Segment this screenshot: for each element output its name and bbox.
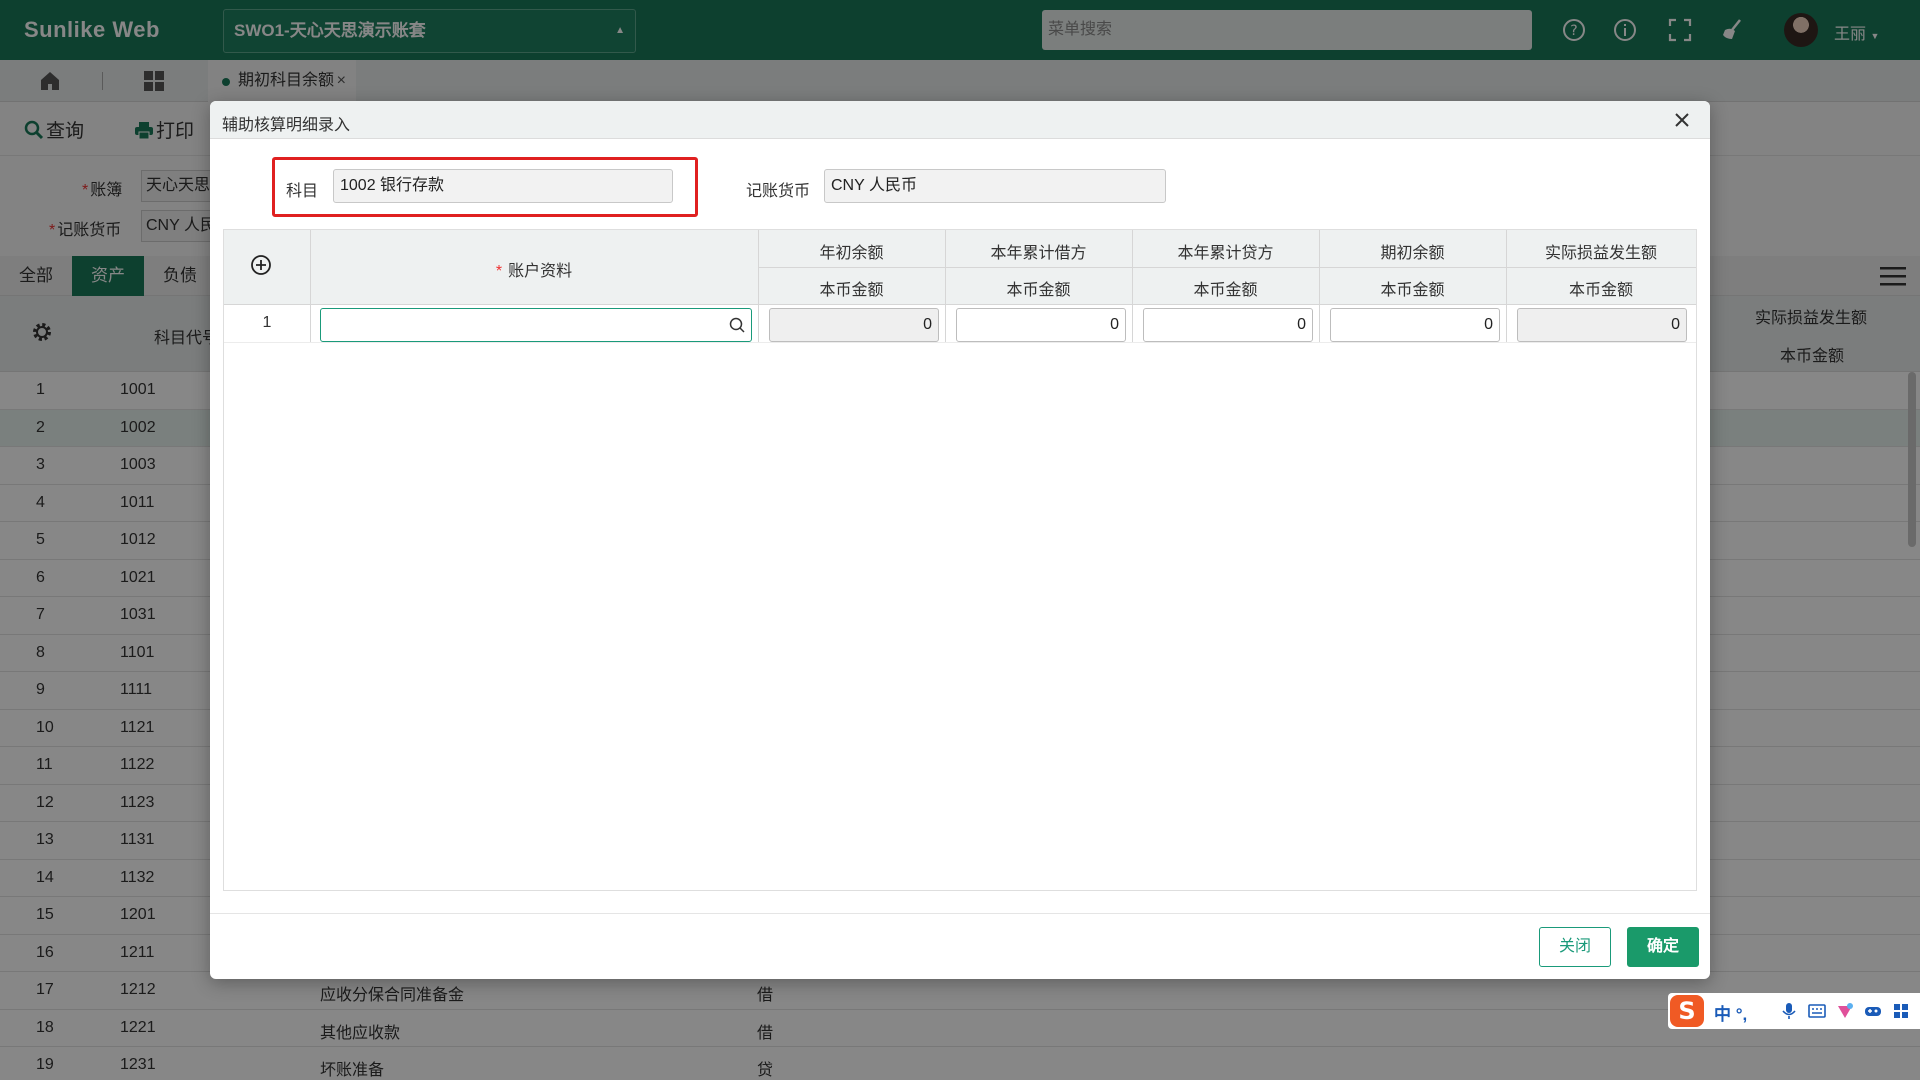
column-header-year-begin: 年初余额 xyxy=(819,245,884,262)
ytd-credit-input[interactable]: 0 xyxy=(1143,308,1313,342)
column-header-ytd-credit: 本年累计贷方 xyxy=(1177,245,1274,262)
account-input[interactable] xyxy=(320,308,752,342)
footer-divider xyxy=(210,913,1710,914)
close-button[interactable]: 关闭 xyxy=(1539,927,1611,967)
row-number: 1 xyxy=(262,314,272,331)
ime-toolbar: S 中 °, xyxy=(1668,993,1920,1029)
dialog-title: 辅助核算明细录入 xyxy=(222,117,351,134)
confirm-button[interactable]: 确定 xyxy=(1627,927,1699,967)
close-icon[interactable] xyxy=(1672,110,1692,130)
skin-icon[interactable] xyxy=(1836,1002,1854,1020)
ime-mode[interactable]: 中 °, xyxy=(1714,1000,1747,1025)
toolbox-grid-icon[interactable] xyxy=(1892,1002,1910,1020)
grid-divider xyxy=(758,267,1696,268)
game-icon[interactable] xyxy=(1864,1002,1882,1020)
grid-divider xyxy=(224,342,1696,343)
sub-header-amount: 本币金额 xyxy=(819,282,884,299)
currency-field[interactable]: CNY 人民币 xyxy=(824,169,1166,203)
sub-header-amount: 本币金额 xyxy=(1193,282,1258,299)
dialog-header: 辅助核算明细录入 xyxy=(210,101,1710,139)
year-begin-amount: 0 xyxy=(769,308,939,342)
subject-label: 科目 xyxy=(286,183,319,200)
sub-header-amount: 本币金额 xyxy=(1380,282,1445,299)
currency-label: 记账货币 xyxy=(746,183,811,200)
subject-field[interactable]: 1002 银行存款 xyxy=(333,169,673,203)
sub-header-amount: 本币金额 xyxy=(1006,282,1071,299)
actual-loss-amount: 0 xyxy=(1517,308,1687,342)
detail-grid: * 账户资料 年初余额 本年累计借方 本年累计贷方 期初余额 实际损益发生额 本币… xyxy=(223,229,1697,891)
sogou-logo[interactable]: S xyxy=(1670,995,1704,1027)
account-column-header: * 账户资料 xyxy=(495,263,573,280)
aux-detail-dialog: 辅助核算明细录入 科目 1002 银行存款 记账货币 CNY 人民币 * 账户资料… xyxy=(210,101,1710,979)
column-header-actual-loss: 实际损益发生额 xyxy=(1544,245,1657,262)
column-header-ytd-debit: 本年累计借方 xyxy=(990,245,1087,262)
opening-balance-input[interactable]: 0 xyxy=(1330,308,1500,342)
add-row-icon[interactable] xyxy=(250,254,272,276)
grid-divider xyxy=(224,304,1696,305)
keyboard-icon[interactable] xyxy=(1808,1002,1826,1020)
column-header-opening: 期初余额 xyxy=(1380,245,1445,262)
sub-header-amount: 本币金额 xyxy=(1568,282,1633,299)
grid-divider xyxy=(310,230,311,342)
microphone-icon[interactable] xyxy=(1780,1002,1798,1020)
search-icon[interactable] xyxy=(728,316,746,334)
ytd-debit-input[interactable]: 0 xyxy=(956,308,1126,342)
